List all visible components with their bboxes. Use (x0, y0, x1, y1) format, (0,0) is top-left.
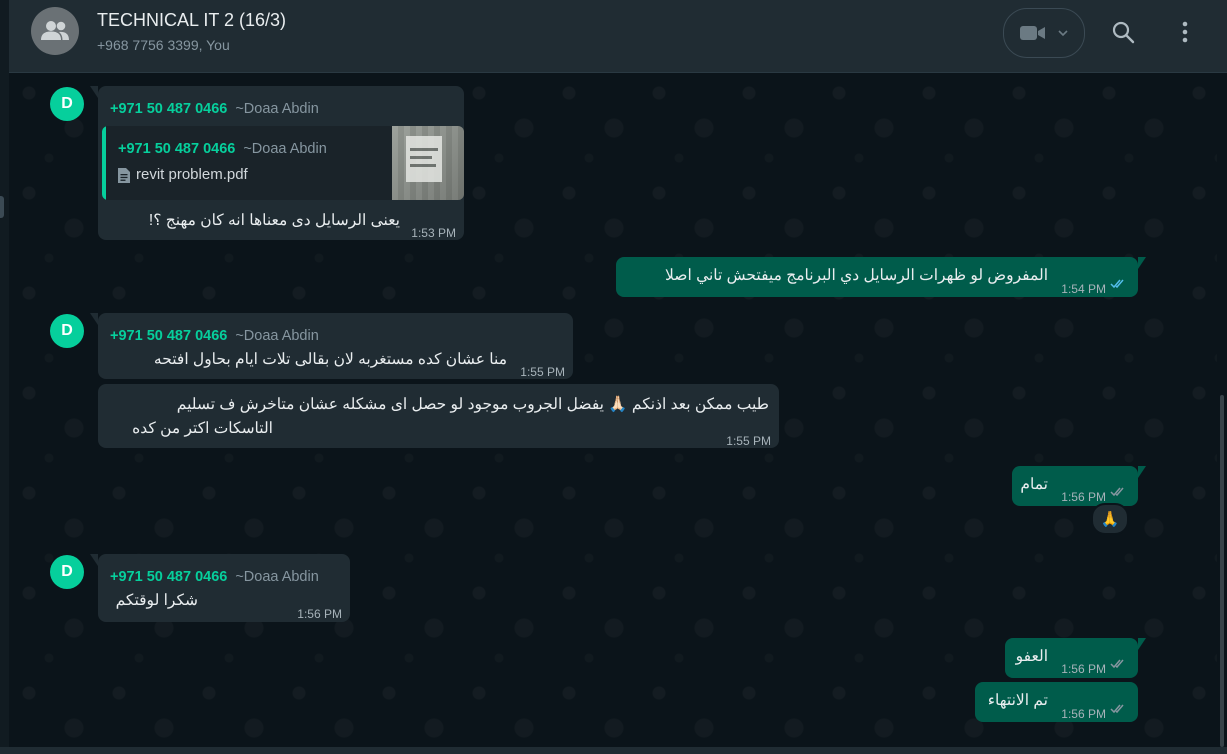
message-reaction[interactable]: 🙏 (1091, 503, 1129, 535)
search-button[interactable] (1105, 14, 1141, 50)
message-bubble-incoming[interactable]: +971 50 487 0466 ~Doaa Abdin شكرا لوقتكم … (90, 554, 350, 622)
message-bubble-outgoing[interactable]: العفو 1:56 PM (1005, 638, 1146, 678)
message-text-line: التاسكات اكتر من كده (132, 420, 273, 437)
quoted-sender: +971 50 487 0466 ~Doaa Abdin (118, 138, 327, 160)
scrollbar-thumb[interactable] (1220, 395, 1224, 747)
message-time: 1:53 PM (411, 226, 456, 240)
message-bubble-outgoing[interactable]: تمام 1:56 PM (1012, 466, 1146, 506)
footer-edge (0, 747, 1227, 754)
sender-phone[interactable]: +971 50 487 0466 (110, 101, 227, 117)
chat-participants: +968 7756 3399, You (97, 37, 230, 53)
message-sender[interactable]: +971 50 487 0466 ~Doaa Abdin (110, 98, 319, 120)
message-text-line: طيب ممكن بعد اذنكم 🙏🏻 يفضل الجروب موجود … (176, 396, 769, 413)
message-text: منا عشان كده مستغربه لان بقالى تلات ايام… (153, 351, 507, 368)
more-vertical-icon (1182, 21, 1188, 43)
double-check-icon (1110, 279, 1124, 289)
menu-button[interactable] (1167, 14, 1203, 50)
message-time: 1:56 PM (1061, 662, 1106, 676)
quoted-sender-name: ~Doaa Abdin (243, 141, 327, 157)
sender-avatar[interactable]: D (50, 314, 84, 348)
message-text: تم الانتهاء (987, 692, 1048, 709)
message-time: 1:54 PM (1061, 282, 1106, 296)
sender-name: ~Doaa Abdin (235, 328, 319, 344)
sender-name: ~Doaa Abdin (235, 569, 319, 585)
message-bubble-incoming[interactable]: +971 50 487 0466 ~Doaa Abdin منا عشان كده… (90, 313, 573, 379)
quoted-message[interactable]: +971 50 487 0466 ~Doaa Abdin revit proble… (102, 126, 464, 200)
document-icon (118, 167, 130, 183)
group-icon (41, 21, 69, 40)
quoted-thumbnail (392, 126, 464, 200)
left-panel-edge (0, 0, 9, 754)
message-list[interactable]: D +971 50 487 0466 ~Doaa Abdin +971 50 48… (9, 73, 1217, 747)
chat-title[interactable]: TECHNICAL IT 2 (16/3) (97, 10, 286, 31)
thumbnail-document (406, 136, 442, 182)
message-text: تمام (1020, 476, 1048, 493)
message-sender[interactable]: +971 50 487 0466 ~Doaa Abdin (110, 566, 319, 588)
message-bubble-incoming[interactable]: طيب ممكن بعد اذنكم 🙏🏻 يفضل الجروب موجود … (98, 384, 779, 448)
message-bubble-incoming[interactable]: +971 50 487 0466 ~Doaa Abdin +971 50 487 … (90, 86, 464, 240)
chat-header[interactable]: TECHNICAL IT 2 (16/3) +968 7756 3399, Yo… (9, 0, 1227, 73)
chevron-down-icon (1058, 30, 1068, 37)
quoted-sender-phone: +971 50 487 0466 (118, 141, 236, 157)
quoted-file: revit problem.pdf (118, 164, 248, 186)
message-bubble-outgoing[interactable]: تم الانتهاء 1:56 PM (975, 682, 1138, 722)
message-time: 1:55 PM (520, 365, 565, 379)
sender-phone[interactable]: +971 50 487 0466 (110, 328, 227, 344)
group-avatar[interactable] (31, 7, 79, 55)
double-check-icon (1110, 487, 1124, 497)
quote-accent-bar (102, 126, 106, 200)
video-camera-icon (1020, 26, 1045, 40)
double-check-icon (1110, 659, 1124, 669)
message-text: المفروض لو ظهرات الرسايل دي البرنامج ميف… (665, 267, 1048, 284)
message-time: 1:56 PM (297, 607, 342, 621)
message-text: يعنى الرسايل دى معناها انه كان مهنج ؟! (148, 212, 400, 229)
message-sender[interactable]: +971 50 487 0466 ~Doaa Abdin (110, 325, 319, 347)
double-check-icon (1110, 704, 1124, 714)
sender-avatar[interactable]: D (50, 555, 84, 589)
sender-avatar[interactable]: D (50, 87, 84, 121)
search-icon (1112, 21, 1135, 44)
message-time: 1:55 PM (726, 434, 771, 448)
panel-resize-handle[interactable] (0, 196, 4, 218)
message-bubble-outgoing[interactable]: المفروض لو ظهرات الرسايل دي البرنامج ميف… (616, 257, 1146, 297)
quoted-file-name: revit problem.pdf (136, 166, 248, 183)
message-text: العفو (1015, 648, 1048, 665)
message-text: شكرا لوقتكم (115, 592, 198, 609)
message-scrollbar[interactable] (1217, 73, 1227, 747)
message-time: 1:56 PM (1061, 707, 1106, 721)
sender-phone[interactable]: +971 50 487 0466 (110, 569, 227, 585)
sender-name: ~Doaa Abdin (235, 101, 319, 117)
video-call-button[interactable] (1003, 8, 1085, 58)
